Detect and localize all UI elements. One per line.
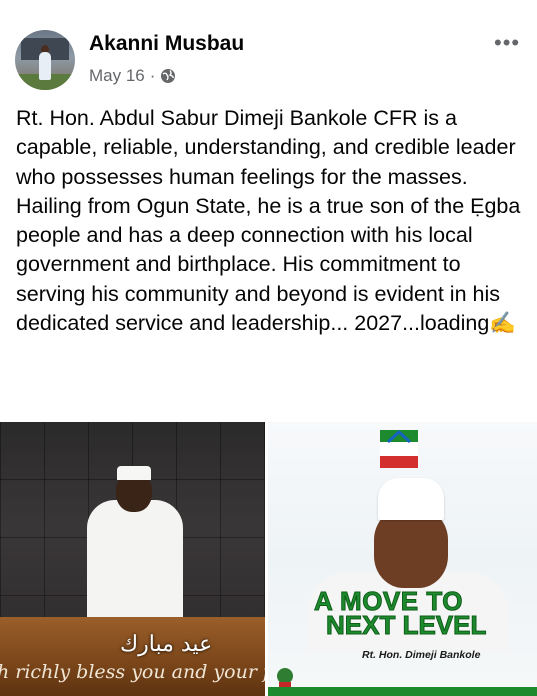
meta-separator: ·	[149, 66, 156, 85]
post-image-campaign[interactable]: A MOVE TO NEXT LEVEL Rt. Hon. Dimeji Ban…	[268, 422, 537, 696]
post-header: Akanni Musbau May 16 · •••	[0, 0, 537, 100]
man-robe	[87, 500, 183, 630]
avatar-person	[39, 52, 51, 80]
candidate-cap	[378, 478, 444, 520]
footer-strip	[268, 687, 537, 696]
author-name[interactable]: Akanni Musbau	[89, 32, 244, 56]
apc-logo-icon	[380, 430, 418, 468]
slogan-line-2: NEXT LEVEL	[325, 610, 487, 641]
post-meta: May 16 ·	[89, 66, 176, 86]
post-date[interactable]: May 16	[89, 66, 145, 86]
more-options-button[interactable]: •••	[494, 30, 520, 56]
eid-arabic-text: عيد مبارك	[120, 632, 213, 657]
avatar[interactable]	[15, 30, 75, 90]
post-text: Rt. Hon. Abdul Sabur Dimeji Bankole CFR …	[16, 106, 521, 336]
eid-caption: h richly bless you and your family. Eid	[0, 661, 265, 683]
candidate-name: Rt. Hon. Dimeji Bankole	[362, 649, 481, 661]
globe-icon[interactable]	[160, 68, 176, 84]
candidate-face	[374, 508, 448, 588]
man-cap	[117, 466, 151, 480]
post-image-eid[interactable]: عيد مبارك h richly bless you and your fa…	[0, 422, 265, 696]
